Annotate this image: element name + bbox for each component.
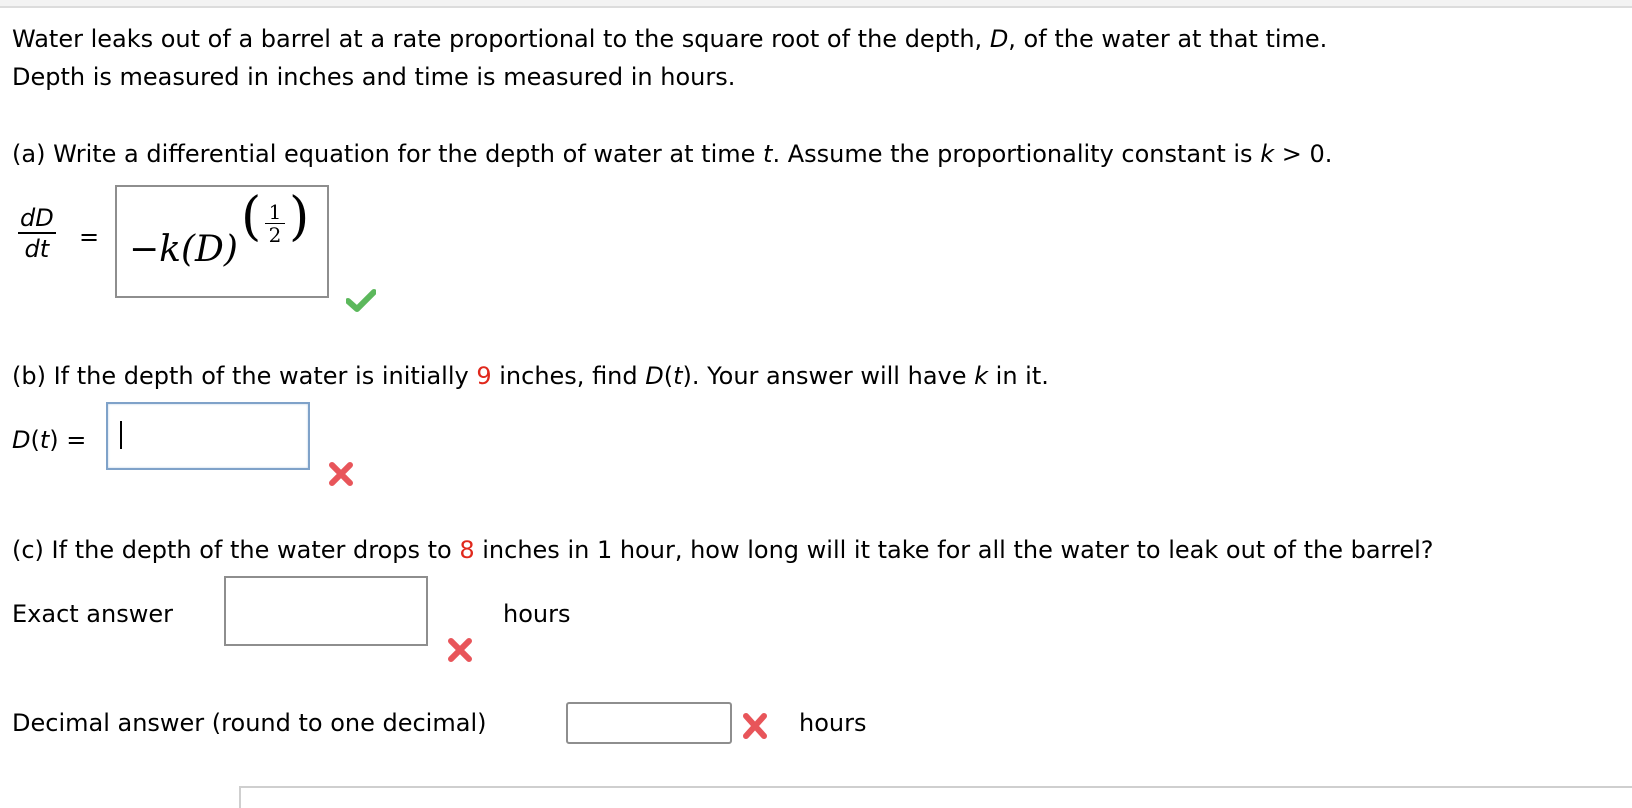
part-a-answer-box[interactable]: −k(D) ( 1 2 ) xyxy=(115,185,329,298)
derivative-denominator: dt xyxy=(24,235,50,263)
x-icon xyxy=(447,637,473,669)
variable-k: k xyxy=(1260,140,1275,168)
function-d: D xyxy=(12,426,31,454)
prompt-text: in it. xyxy=(988,362,1049,390)
derivative-numerator: dD xyxy=(18,204,56,234)
x-icon xyxy=(328,461,354,493)
depth-value: 8 xyxy=(459,536,475,564)
paren: ( xyxy=(30,426,40,454)
exponent-denominator: 2 xyxy=(268,223,282,247)
prompt-text: (a) Write a differential equation for th… xyxy=(12,140,764,168)
initial-depth-value: 9 xyxy=(476,362,492,390)
prompt-text: inches in 1 hour, how long will it take … xyxy=(474,536,1434,564)
part-b-prompt: (b) If the depth of the water is initial… xyxy=(12,361,1049,391)
intro-text: , of the water at that time. xyxy=(1008,25,1328,53)
intro-line-2: Depth is measured in inches and time is … xyxy=(12,63,736,91)
part-a-prompt: (a) Write a differential equation for th… xyxy=(12,139,1332,169)
equals-sign: = xyxy=(79,223,100,251)
decimal-answer-input[interactable] xyxy=(566,702,732,744)
prompt-text: (c) If the depth of the water drops to xyxy=(12,536,460,564)
function-d: D xyxy=(645,362,664,390)
prompt-text: > 0. xyxy=(1274,140,1333,168)
variable-k: k xyxy=(974,362,989,390)
exact-answer-input[interactable] xyxy=(224,576,428,646)
exponent-right-paren: ) xyxy=(289,187,310,247)
part-b-answer-input[interactable] xyxy=(106,402,310,470)
variable-t: t xyxy=(39,426,50,454)
exact-answer-unit: hours xyxy=(503,600,571,628)
part-c-prompt: (c) If the depth of the water drops to 8… xyxy=(12,535,1434,565)
paren-equals: ) = xyxy=(49,426,87,454)
exponent-left-paren: ( xyxy=(241,187,262,247)
exact-answer-label: Exact answer xyxy=(12,600,173,628)
decimal-answer-unit: hours xyxy=(799,709,867,737)
bottom-panel-edge xyxy=(239,786,1632,808)
d-of-t-label: D(t) = xyxy=(12,425,86,455)
answer-expression: −k(D) xyxy=(129,229,238,270)
top-divider xyxy=(0,0,1632,8)
prompt-text: ( xyxy=(663,362,674,390)
exponent-fraction: 1 2 xyxy=(265,201,285,246)
variable-d: D xyxy=(989,25,1009,53)
prompt-text: inches, find xyxy=(491,362,646,390)
text-cursor xyxy=(120,421,122,449)
answer-base: −k(D) xyxy=(129,229,238,270)
variable-t: t xyxy=(673,362,683,390)
check-icon xyxy=(345,288,377,318)
intro-text: Water leaks out of a barrel at a rate pr… xyxy=(12,25,990,53)
prompt-text: ). Your answer will have xyxy=(682,362,975,390)
prompt-text: (b) If the depth of the water is initial… xyxy=(12,362,477,390)
derivative-fraction: dD dt xyxy=(18,204,56,264)
decimal-answer-label: Decimal answer (round to one decimal) xyxy=(12,709,487,737)
x-icon xyxy=(741,711,769,747)
exponent-numerator: 1 xyxy=(265,201,285,224)
intro-line-1: Water leaks out of a barrel at a rate pr… xyxy=(12,24,1327,54)
prompt-text: . Assume the proportionality constant is xyxy=(772,140,1261,168)
